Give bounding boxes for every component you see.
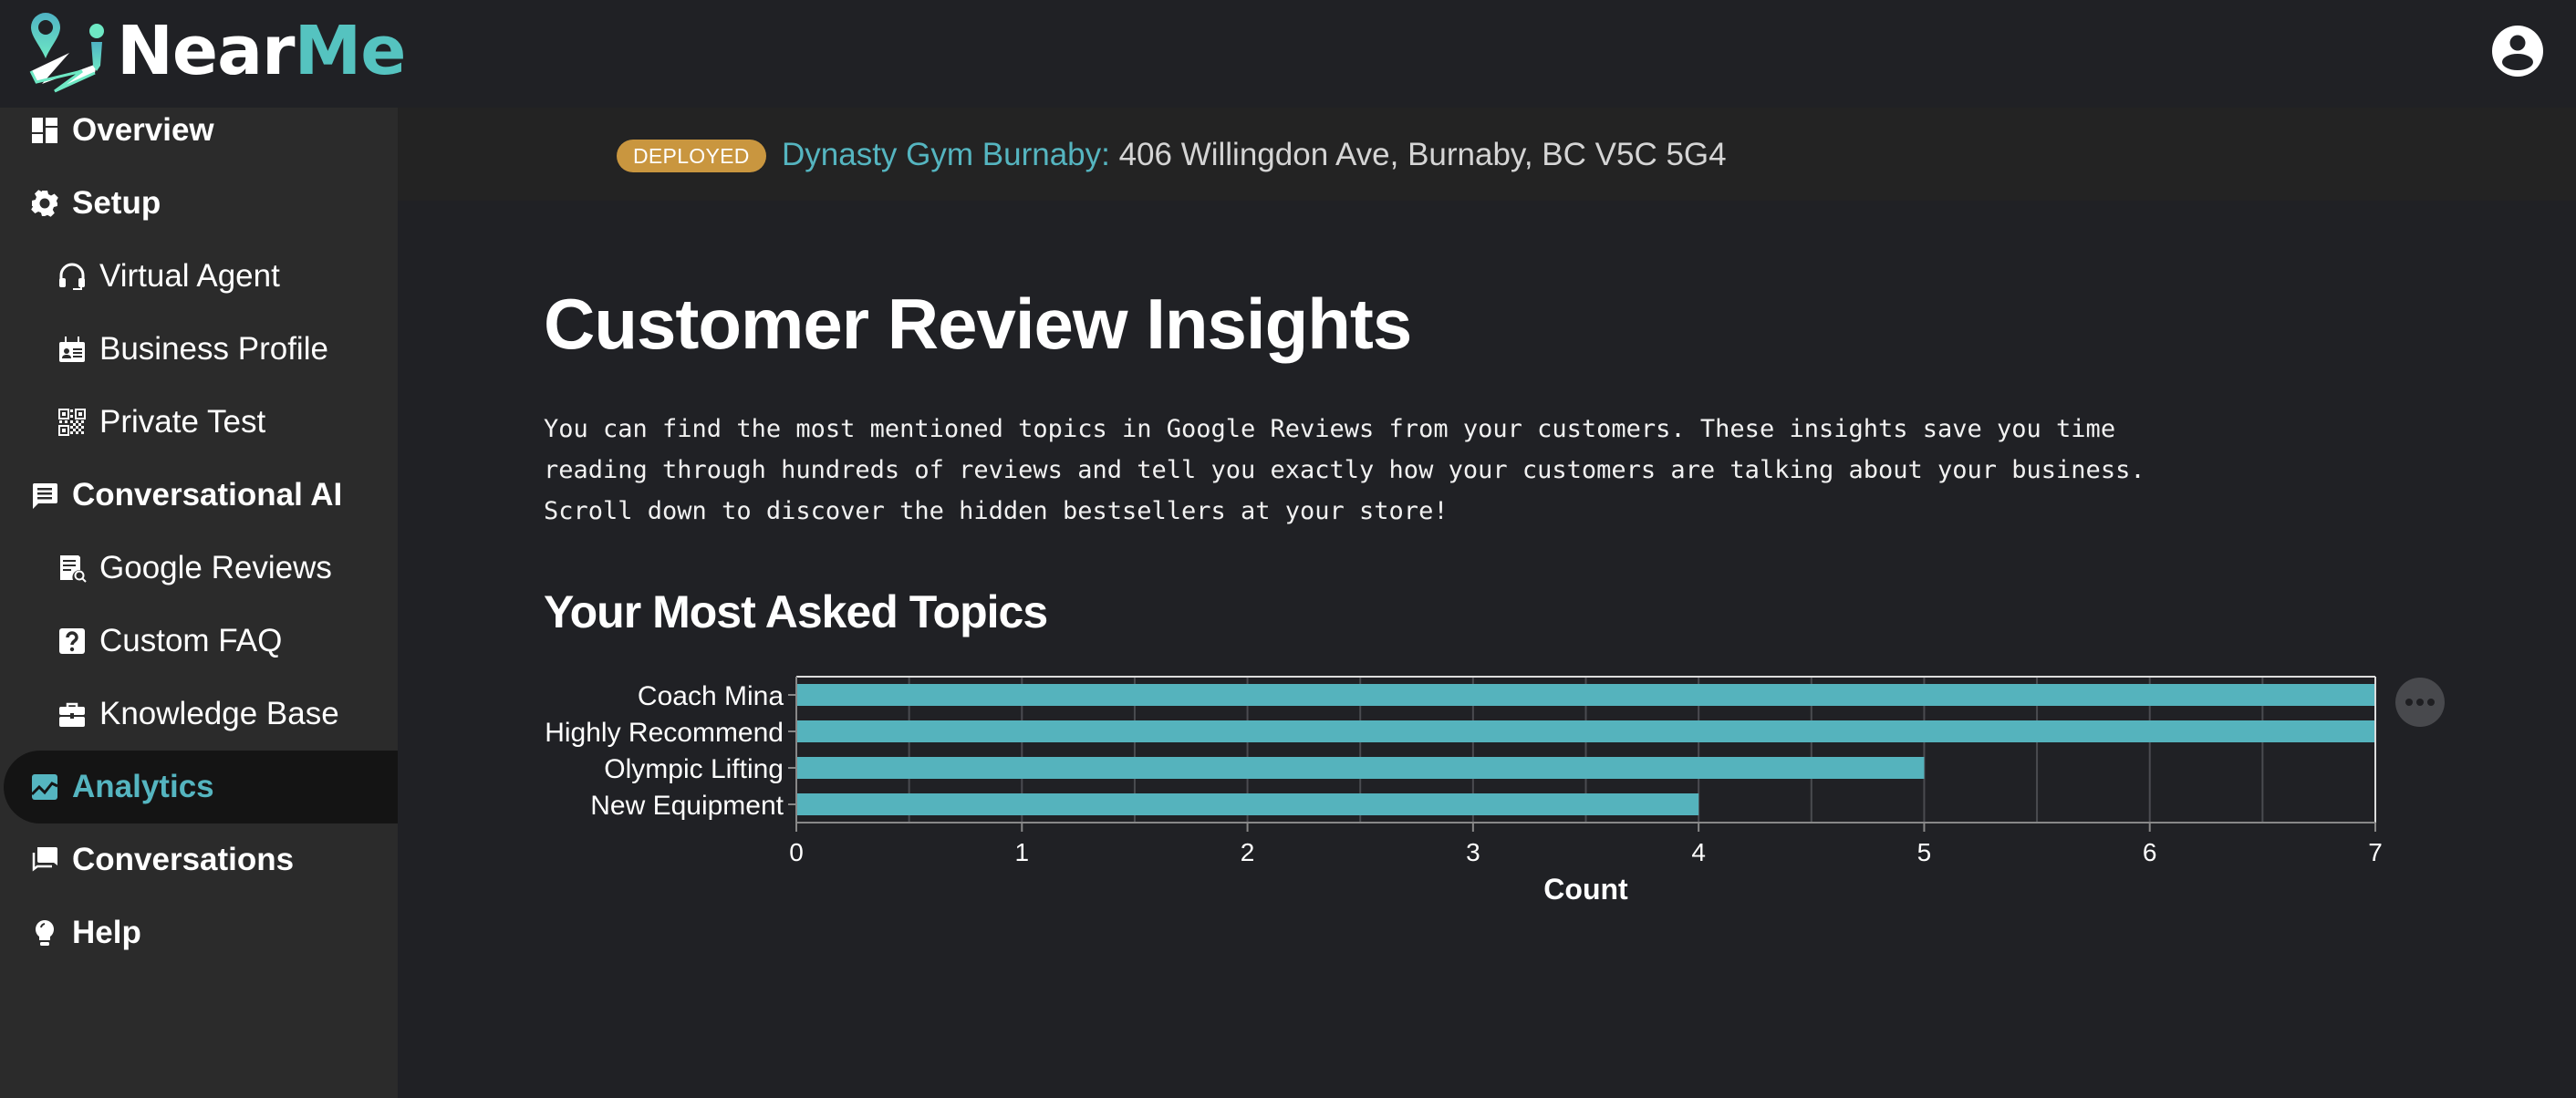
section-title: Your Most Asked Topics xyxy=(544,586,1048,637)
sidebar-item-label: Analytics xyxy=(72,769,214,804)
sidebar-item-google-reviews[interactable]: Google Reviews xyxy=(0,532,398,605)
deployment-banner: DEPLOYED Dynasty Gym Burnaby: 406 Willin… xyxy=(398,108,2576,201)
page-title: Customer Review Insights xyxy=(544,284,1412,364)
account-circle-icon[interactable] xyxy=(2491,25,2544,78)
headset-icon xyxy=(57,262,87,291)
map-pin-road-icon xyxy=(29,13,104,93)
sidebar-item-label: Google Reviews xyxy=(99,550,332,585)
sidebar-item-label: Setup xyxy=(72,185,161,221)
sidebar-item-custom-faq[interactable]: Custom FAQ xyxy=(0,605,398,678)
more-horizontal-icon xyxy=(2416,699,2424,706)
bar-highly-recommend xyxy=(796,720,2375,742)
logo-text-me: Me xyxy=(294,12,407,90)
x-tick-label: 6 xyxy=(2143,838,2157,866)
x-tick-label: 7 xyxy=(2368,838,2383,866)
qr-code-icon xyxy=(57,408,87,437)
sidebar-item-overview[interactable]: Overview xyxy=(0,94,398,167)
sidebar-item-analytics[interactable]: Analytics xyxy=(4,751,398,824)
bar-new-equipment xyxy=(796,793,1699,815)
nearme-logo[interactable]: NearMe xyxy=(27,5,406,97)
description-line: reading through hundreds of reviews and … xyxy=(544,456,2145,484)
chart-menu-button[interactable] xyxy=(2395,678,2445,727)
chart-line-icon xyxy=(30,772,59,802)
gear-icon xyxy=(30,189,59,218)
sidebar-item-setup[interactable]: Setup xyxy=(0,167,398,240)
x-axis-title: Count xyxy=(1543,873,1628,906)
sidebar-item-label: Help xyxy=(72,915,141,950)
sidebar-item-virtual-agent[interactable]: Virtual Agent xyxy=(0,240,398,313)
business-location: Dynasty Gym Burnaby: 406 Willingdon Ave,… xyxy=(782,133,1727,177)
x-tick-label: 3 xyxy=(1466,838,1480,866)
x-tick-label: 0 xyxy=(789,838,804,866)
sidebar-item-label: Business Profile xyxy=(99,331,328,367)
x-tick-label: 2 xyxy=(1241,838,1255,866)
question-box-icon xyxy=(57,627,87,656)
briefcase-icon xyxy=(57,699,87,729)
deployed-status-badge: DEPLOYED xyxy=(617,140,766,172)
y-tick-label: Coach Mina xyxy=(638,681,784,711)
sidebar-item-label: Conversations xyxy=(72,842,295,877)
x-tick-label: 5 xyxy=(1917,838,1932,866)
sidebar-item-label: Overview xyxy=(72,112,214,148)
id-card-icon xyxy=(57,335,87,364)
sidebar-item-business-profile[interactable]: Business Profile xyxy=(0,313,398,386)
sidebar-item-private-test[interactable]: Private Test xyxy=(0,386,398,459)
logo-text: NearMe xyxy=(117,17,406,85)
more-horizontal-icon xyxy=(2427,699,2435,706)
chat-bubble-icon xyxy=(30,481,59,510)
lightbulb-icon xyxy=(30,918,59,948)
sidebar-item-label: Virtual Agent xyxy=(99,258,280,294)
x-tick-label: 4 xyxy=(1691,838,1706,866)
chats-icon xyxy=(30,845,59,875)
more-horizontal-icon xyxy=(2405,699,2413,706)
sidebar-nav: Overview Setup Virtual Agent Business Profi… xyxy=(0,108,398,1098)
sidebar-item-conversational-ai[interactable]: Conversational AI xyxy=(0,459,398,532)
page-description: You can find the most mentioned topics i… xyxy=(544,409,2277,532)
top-header: NearMe xyxy=(0,0,2576,108)
sidebar-item-label: Private Test xyxy=(99,404,266,440)
dashboard-icon xyxy=(30,116,59,145)
sidebar-item-knowledge-base[interactable]: Knowledge Base xyxy=(0,678,398,751)
business-address: 406 Willingdon Ave, Burnaby, BC V5C 5G4 xyxy=(1109,137,1727,172)
logo-text-near: Near xyxy=(117,12,296,90)
sidebar-item-label: Conversational AI xyxy=(72,477,343,513)
y-tick-label: New Equipment xyxy=(590,791,784,821)
y-tick-label: Highly Recommend xyxy=(545,718,784,748)
description-line: You can find the most mentioned topics i… xyxy=(544,415,2116,443)
description-line: Scroll down to discover the hidden bests… xyxy=(544,497,1449,525)
business-name: Dynasty Gym Burnaby: xyxy=(782,137,1110,172)
x-tick-label: 1 xyxy=(1014,838,1029,866)
y-tick-label: Olympic Lifting xyxy=(604,754,784,784)
sidebar-item-help[interactable]: Help xyxy=(0,896,398,969)
sidebar-item-label: Custom FAQ xyxy=(99,623,283,658)
sidebar-item-conversations[interactable]: Conversations xyxy=(0,824,398,896)
document-search-icon xyxy=(57,554,87,583)
bar-olympic-lifting xyxy=(796,757,1925,779)
bar-coach-mina xyxy=(796,684,2375,706)
sidebar-item-label: Knowledge Base xyxy=(99,696,339,731)
